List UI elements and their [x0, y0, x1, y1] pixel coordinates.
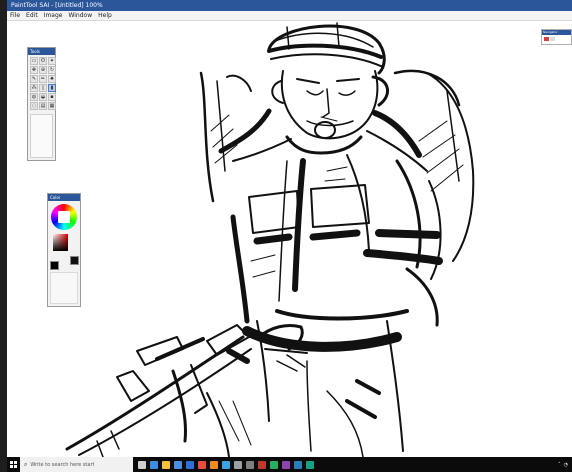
explorer-icon[interactable] — [162, 460, 170, 469]
primary-color-swatch[interactable] — [50, 261, 59, 270]
app-icon-4[interactable] — [294, 460, 302, 469]
menu-bar: File Edit Image Window Help — [7, 11, 572, 21]
tray-chevron-icon[interactable]: ˄ — [558, 462, 561, 468]
tool-panel-title[interactable]: Tools — [28, 48, 55, 55]
photos-icon[interactable] — [222, 460, 230, 469]
window-titlebar[interactable]: PaintTool SAI - [Untitled] 100% — [7, 0, 572, 11]
search-icon: ⌕ — [24, 460, 28, 468]
taskbar: ⌕ Write to search here start ˄ ◔ — [7, 457, 572, 472]
blur-icon[interactable]: ◌ — [30, 102, 38, 110]
tool-panel: Tools ▭ ʘ ✦ ✥ ⊕ ↻ ✎ ✏ ♠ ⁂ ▯ ▮ ◍ ◒ ▪ ◌ ▤ ▦ — [27, 47, 56, 161]
menu-item-image[interactable]: Image — [44, 11, 63, 20]
pen-icon[interactable]: ✎ — [30, 75, 38, 83]
marker-icon[interactable]: ▮ — [48, 84, 56, 92]
app-icon-1[interactable] — [258, 460, 266, 469]
navigator-thumb-alt[interactable] — [550, 37, 555, 41]
store-icon[interactable] — [174, 460, 182, 469]
settings-icon[interactable] — [234, 460, 242, 469]
taskbar-search[interactable]: ⌕ Write to search here start — [20, 457, 133, 472]
hand-icon[interactable]: ▦ — [48, 102, 56, 110]
navigator-body — [542, 35, 571, 43]
left-edge-border — [0, 0, 7, 472]
system-tray: ˄ ◔ — [558, 462, 572, 468]
app-icon-3[interactable] — [282, 460, 290, 469]
eraser-icon[interactable]: ▯ — [39, 84, 47, 92]
color-sliders[interactable] — [69, 236, 77, 250]
sketch-artwork — [65, 22, 475, 457]
task-view-icon[interactable] — [138, 460, 146, 469]
menu-item-file[interactable]: File — [10, 11, 20, 20]
lasso-icon[interactable]: ʘ — [39, 57, 47, 65]
binary-icon[interactable]: ▪ — [48, 93, 56, 101]
chrome-icon[interactable] — [198, 460, 206, 469]
color-panel-title[interactable]: Color — [48, 194, 80, 201]
rotate-icon[interactable]: ↻ — [48, 66, 56, 74]
zoom-icon[interactable]: ⊕ — [39, 66, 47, 74]
saturation-value-box[interactable] — [53, 234, 68, 251]
airbrush-icon[interactable]: ⁂ — [30, 84, 38, 92]
menu-item-edit[interactable]: Edit — [26, 11, 38, 20]
wand-icon[interactable]: ✦ — [48, 57, 56, 65]
color-wheel[interactable] — [51, 204, 77, 230]
start-button[interactable] — [7, 457, 20, 472]
firefox-icon[interactable] — [210, 460, 218, 469]
windows-icon — [10, 461, 17, 468]
bucket-icon[interactable]: ◒ — [39, 93, 47, 101]
window-title: PaintTool SAI - [Untitled] 100% — [11, 2, 103, 9]
color-palette-area[interactable] — [50, 272, 78, 304]
pencil-icon[interactable]: ✏ — [39, 75, 47, 83]
drawing-canvas[interactable] — [7, 21, 572, 457]
mail-icon[interactable] — [186, 460, 194, 469]
menu-item-window[interactable]: Window — [68, 11, 92, 20]
tray-network-icon[interactable]: ◔ — [564, 462, 568, 468]
water-icon[interactable]: ◍ — [30, 93, 38, 101]
camera-icon[interactable] — [246, 460, 254, 469]
edge-icon[interactable] — [150, 460, 158, 469]
taskbar-icons — [138, 460, 314, 469]
move-icon[interactable]: ✥ — [30, 66, 38, 74]
secondary-color-swatch[interactable] — [70, 256, 79, 265]
tool-options-area — [30, 114, 53, 158]
color-panel: Color — [47, 193, 81, 307]
brush-icon[interactable]: ♠ — [48, 75, 56, 83]
navigator-thumb[interactable] — [544, 37, 549, 41]
menu-item-help[interactable]: Help — [98, 11, 112, 20]
navigator-window[interactable]: Navigator — [541, 29, 572, 45]
text-icon[interactable]: ▤ — [39, 102, 47, 110]
app-icon-2[interactable] — [270, 460, 278, 469]
app-icon-5[interactable] — [306, 460, 314, 469]
search-placeholder: Write to search here start — [30, 461, 95, 468]
tool-grid: ▭ ʘ ✦ ✥ ⊕ ↻ ✎ ✏ ♠ ⁂ ▯ ▮ ◍ ◒ ▪ ◌ ▤ ▦ — [28, 55, 56, 112]
select-icon[interactable]: ▭ — [30, 57, 38, 65]
